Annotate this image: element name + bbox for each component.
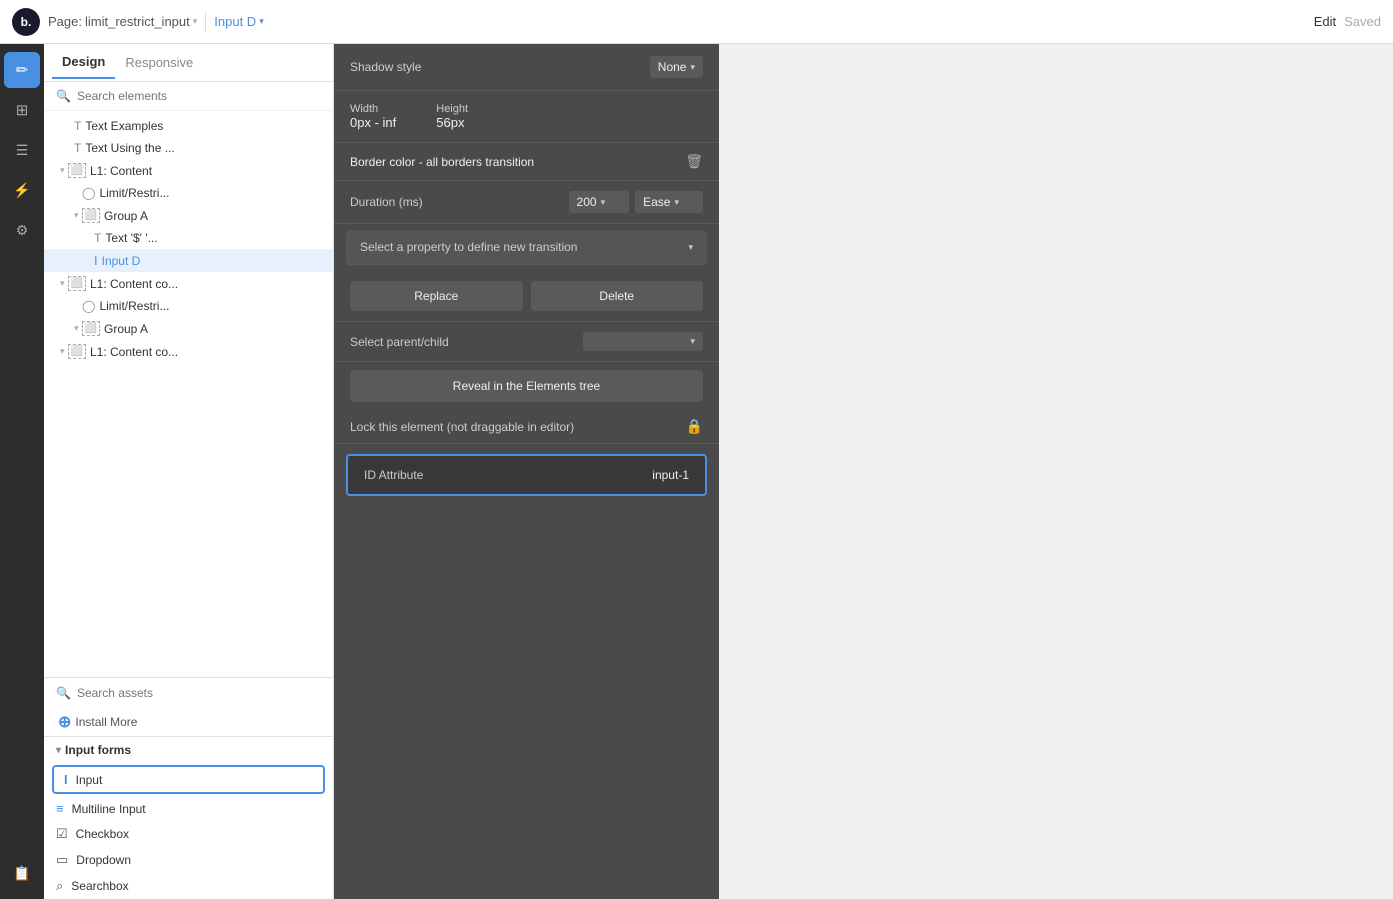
new-transition-chevron-icon: ▾ bbox=[688, 242, 693, 253]
saved-status: Saved bbox=[1344, 14, 1381, 29]
page-label: Page: bbox=[48, 14, 82, 29]
new-transition-row[interactable]: Select a property to define new transiti… bbox=[346, 230, 707, 265]
forms-chevron-icon: ▾ bbox=[56, 745, 61, 756]
shadow-chevron-icon: ▾ bbox=[690, 62, 695, 73]
page-name: limit_restrict_input bbox=[85, 14, 190, 29]
tree-item-group-a-2[interactable]: ▾ ⬜ Group A bbox=[44, 317, 333, 340]
assets-search-input[interactable] bbox=[77, 686, 321, 700]
input-d-selector[interactable]: Input D ▾ bbox=[214, 14, 263, 29]
width-height-row: Width 0px - inf Height 56px bbox=[334, 91, 719, 143]
tree-item-l1-content[interactable]: ▾ ⬜ L1: Content bbox=[44, 159, 333, 182]
width-label: Width bbox=[350, 103, 396, 115]
id-attribute-row: ID Attribute input-1 bbox=[346, 454, 707, 496]
search-input[interactable] bbox=[77, 89, 321, 103]
tree-item-input-d[interactable]: I Input D bbox=[44, 249, 333, 272]
delete-button[interactable]: Delete bbox=[531, 281, 704, 311]
notes-icon[interactable]: 📋 bbox=[4, 855, 40, 891]
ease-select[interactable]: Ease ▾ bbox=[635, 191, 703, 213]
replace-delete-row: Replace Delete bbox=[334, 271, 719, 322]
brand-logo: b. bbox=[12, 8, 40, 36]
id-attribute-label: ID Attribute bbox=[364, 468, 423, 482]
replace-button[interactable]: Replace bbox=[350, 281, 523, 311]
form-item-multiline[interactable]: ≡ Multiline Input bbox=[44, 796, 333, 821]
input-d-label: Input D bbox=[214, 14, 256, 29]
duration-ease-row: Duration (ms) 200 ▾ Ease ▾ bbox=[334, 181, 719, 224]
icon-rail: ✏ ⊞ ☰ ⚡ ⚙ 📋 bbox=[0, 44, 44, 899]
duration-select[interactable]: 200 ▾ bbox=[569, 191, 630, 213]
search-bar: 🔍 bbox=[44, 82, 333, 111]
dropdown-icon: ▭ bbox=[56, 852, 68, 868]
shadow-style-select[interactable]: None ▾ bbox=[650, 56, 703, 78]
lock-icon[interactable]: 🔒 bbox=[686, 418, 703, 435]
duration-chevron-icon: ▾ bbox=[601, 197, 606, 208]
id-attribute-value: input-1 bbox=[652, 468, 689, 482]
select-parent-label: Select parent/child bbox=[350, 335, 449, 349]
install-more-button[interactable]: ⊕ Install More bbox=[44, 708, 333, 736]
tab-design[interactable]: Design bbox=[52, 46, 115, 79]
trash-icon[interactable]: 🗑 bbox=[685, 153, 703, 170]
layers-icon[interactable]: ☰ bbox=[4, 132, 40, 168]
height-label: Height bbox=[436, 103, 468, 115]
plus-icon: ⊕ bbox=[58, 712, 71, 732]
ease-chevron-icon: ▾ bbox=[674, 197, 679, 208]
settings-icon[interactable]: ⚙ bbox=[4, 212, 40, 248]
form-item-checkbox[interactable]: ☑ Checkbox bbox=[44, 821, 333, 847]
tree-item-group-a-1[interactable]: ▾ ⬜ Group A bbox=[44, 204, 333, 227]
right-panel: Shadow style None ▾ Width 0px - inf Heig… bbox=[334, 44, 719, 899]
tree-item[interactable]: T Text Examples bbox=[44, 115, 333, 137]
width-group: Width 0px - inf bbox=[350, 103, 396, 130]
form-item-dropdown[interactable]: ▭ Dropdown bbox=[44, 847, 333, 873]
form-item-searchbox[interactable]: ⌕ Searchbox bbox=[44, 873, 333, 899]
lock-element-label: Lock this element (not draggable in edit… bbox=[350, 420, 574, 434]
tree-item-l1-content-co-2[interactable]: ▾ ⬜ L1: Content co... bbox=[44, 340, 333, 363]
height-group: Height 56px bbox=[436, 103, 468, 130]
searchbox-icon: ⌕ bbox=[56, 878, 63, 894]
forms-header[interactable]: ▾ Input forms bbox=[44, 737, 333, 763]
design-icon[interactable]: ✏ bbox=[4, 52, 40, 88]
assets-search-icon: 🔍 bbox=[56, 686, 71, 700]
select-parent-chevron-icon: ▾ bbox=[690, 336, 695, 347]
checkbox-icon: ☑ bbox=[56, 826, 68, 842]
shadow-style-row: Shadow style None ▾ bbox=[334, 44, 719, 91]
forms-section: ▾ Input forms I Input ≡ Multiline Input … bbox=[44, 736, 333, 899]
page-selector[interactable]: Page: limit_restrict_input ▾ bbox=[48, 14, 197, 29]
search-icon: 🔍 bbox=[56, 89, 71, 103]
border-transition-label: Border color - all borders transition bbox=[350, 155, 534, 169]
multiline-icon: ≡ bbox=[56, 801, 64, 816]
hierarchy-icon[interactable]: ⊞ bbox=[4, 92, 40, 128]
width-value: 0px - inf bbox=[350, 115, 396, 130]
design-responsive-tabs: Design Responsive bbox=[44, 44, 333, 82]
plugin-icon[interactable]: ⚡ bbox=[4, 172, 40, 208]
page-chevron-icon: ▾ bbox=[193, 16, 198, 27]
left-panel: Design Responsive 🔍 T Text Examples T Te… bbox=[44, 44, 334, 899]
input-d-chevron-icon: ▾ bbox=[259, 16, 264, 27]
reveal-elements-button[interactable]: Reveal in the Elements tree bbox=[350, 370, 703, 402]
form-item-input[interactable]: I Input bbox=[52, 765, 325, 794]
tree-item-limit-1[interactable]: ◯ Limit/Restri... bbox=[44, 182, 333, 204]
duration-label: Duration (ms) bbox=[350, 195, 561, 209]
lock-element-row: Lock this element (not draggable in edit… bbox=[334, 410, 719, 444]
assets-search-row: 🔍 bbox=[44, 677, 333, 708]
tree-item[interactable]: T Text Using the ... bbox=[44, 137, 333, 159]
tree-item-limit-2[interactable]: ◯ Limit/Restri... bbox=[44, 295, 333, 317]
tab-responsive[interactable]: Responsive bbox=[115, 47, 203, 78]
input-form-icon: I bbox=[64, 772, 68, 787]
height-value: 56px bbox=[436, 115, 468, 130]
tree-item-text-dollar[interactable]: T Text '$' '... bbox=[44, 227, 333, 249]
border-transition-header: Border color - all borders transition 🗑 bbox=[334, 143, 719, 181]
tree-item-l1-content-co[interactable]: ▾ ⬜ L1: Content co... bbox=[44, 272, 333, 295]
select-parent-select[interactable]: ▾ bbox=[583, 332, 703, 351]
edit-button[interactable]: Edit bbox=[1314, 14, 1336, 29]
select-parent-row: Select parent/child ▾ bbox=[334, 322, 719, 362]
elements-tree: T Text Examples T Text Using the ... ▾ ⬜… bbox=[44, 111, 333, 677]
shadow-style-label: Shadow style bbox=[350, 60, 421, 74]
new-transition-label: Select a property to define new transiti… bbox=[360, 240, 577, 254]
